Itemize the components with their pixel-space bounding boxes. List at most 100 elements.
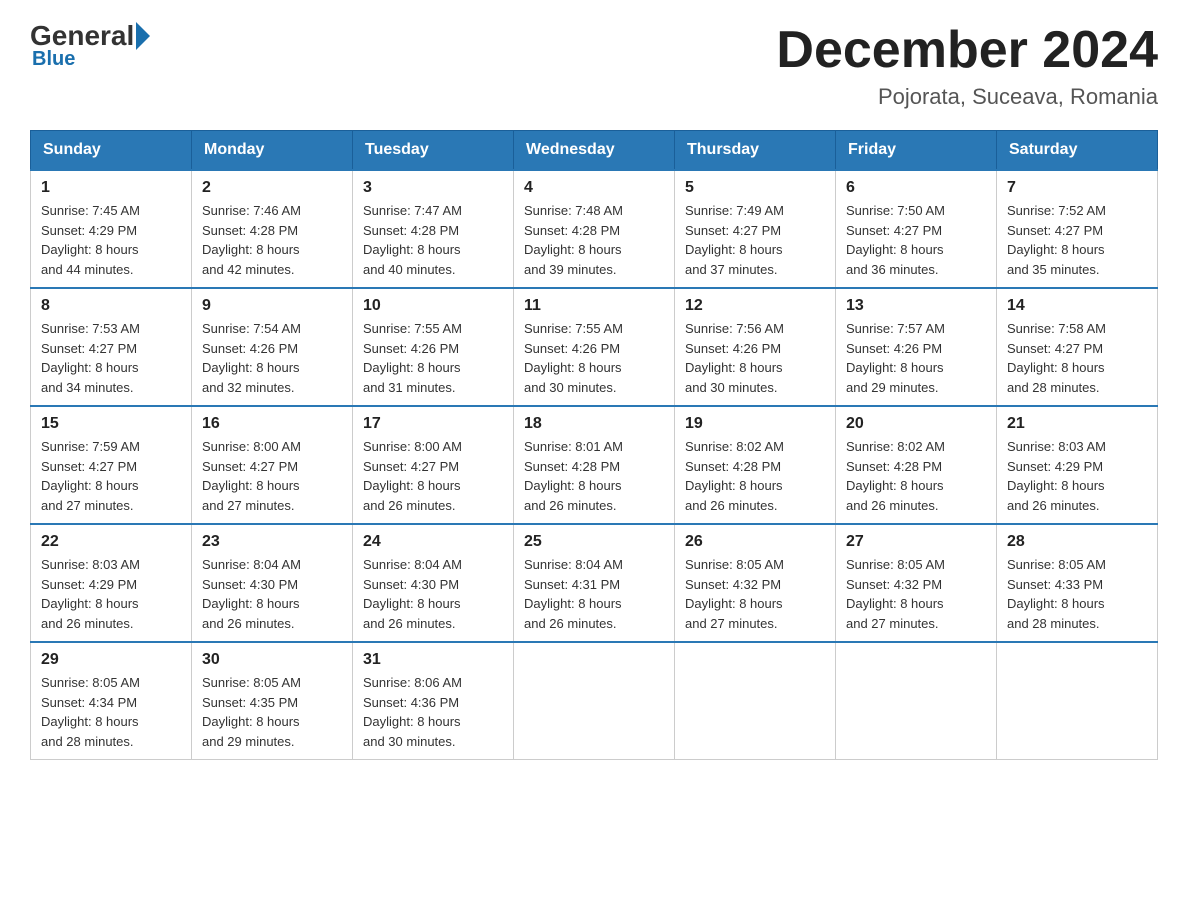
- calendar-cell: 10 Sunrise: 7:55 AMSunset: 4:26 PMDayligh…: [353, 288, 514, 406]
- day-info: Sunrise: 8:03 AMSunset: 4:29 PMDaylight:…: [41, 555, 181, 633]
- day-info: Sunrise: 7:52 AMSunset: 4:27 PMDaylight:…: [1007, 201, 1147, 279]
- calendar-cell: 24Sunrise: 8:04 AMSunset: 4:30 PMDayligh…: [353, 524, 514, 642]
- calendar-cell: 29 Sunrise: 8:05 AMSunset: 4:34 PMDayligh…: [31, 642, 192, 760]
- day-number: 10: [363, 297, 503, 315]
- calendar-cell: 30 Sunrise: 8:05 AMSunset: 4:35 PMDayligh…: [192, 642, 353, 760]
- day-info: Sunrise: 8:05 AMSunset: 4:32 PMDaylight:…: [846, 555, 986, 633]
- calendar-cell: 26 Sunrise: 8:05 AMSunset: 4:32 PMDayligh…: [675, 524, 836, 642]
- weekday-header-wednesday: Wednesday: [514, 131, 675, 171]
- calendar-cell: 25 Sunrise: 8:04 AMSunset: 4:31 PMDayligh…: [514, 524, 675, 642]
- calendar-cell: 20Sunrise: 8:02 AMSunset: 4:28 PMDayligh…: [836, 406, 997, 524]
- page-header: General Blue December 2024 Pojorata, Suc…: [30, 20, 1158, 110]
- day-number: 16: [202, 415, 342, 433]
- day-number: 27: [846, 533, 986, 551]
- day-number: 25: [524, 533, 664, 551]
- day-info: Sunrise: 7:50 AMSunset: 4:27 PMDaylight:…: [846, 201, 986, 279]
- day-number: 9: [202, 297, 342, 315]
- day-info: Sunrise: 7:55 AMSunset: 4:26 PMDaylight:…: [363, 319, 503, 397]
- weekday-header-sunday: Sunday: [31, 131, 192, 171]
- day-info: Sunrise: 7:56 AMSunset: 4:26 PMDaylight:…: [685, 319, 825, 397]
- calendar-week-5: 29 Sunrise: 8:05 AMSunset: 4:34 PMDayligh…: [31, 642, 1158, 760]
- weekday-header-thursday: Thursday: [675, 131, 836, 171]
- day-info: Sunrise: 7:53 AMSunset: 4:27 PMDaylight:…: [41, 319, 181, 397]
- calendar-cell: [675, 642, 836, 760]
- calendar-cell: 3 Sunrise: 7:47 AMSunset: 4:28 PMDaylight…: [353, 170, 514, 288]
- day-number: 3: [363, 179, 503, 197]
- logo: General Blue: [30, 20, 152, 71]
- day-number: 28: [1007, 533, 1147, 551]
- day-number: 23: [202, 533, 342, 551]
- calendar-week-1: 1 Sunrise: 7:45 AMSunset: 4:29 PMDaylight…: [31, 170, 1158, 288]
- day-info: Sunrise: 8:00 AMSunset: 4:27 PMDaylight:…: [202, 437, 342, 515]
- day-info: Sunrise: 7:54 AMSunset: 4:26 PMDaylight:…: [202, 319, 342, 397]
- calendar-cell: 22Sunrise: 8:03 AMSunset: 4:29 PMDayligh…: [31, 524, 192, 642]
- day-number: 11: [524, 297, 664, 315]
- day-number: 4: [524, 179, 664, 197]
- month-title: December 2024: [776, 20, 1158, 80]
- calendar-week-2: 8 Sunrise: 7:53 AMSunset: 4:27 PMDaylight…: [31, 288, 1158, 406]
- day-info: Sunrise: 8:05 AMSunset: 4:34 PMDaylight:…: [41, 673, 181, 751]
- day-number: 8: [41, 297, 181, 315]
- weekday-header-tuesday: Tuesday: [353, 131, 514, 171]
- day-number: 5: [685, 179, 825, 197]
- calendar-cell: 11Sunrise: 7:55 AMSunset: 4:26 PMDayligh…: [514, 288, 675, 406]
- day-number: 29: [41, 651, 181, 669]
- logo-blue-text: Blue: [32, 48, 75, 71]
- day-number: 7: [1007, 179, 1147, 197]
- calendar-cell: [997, 642, 1158, 760]
- day-info: Sunrise: 8:05 AMSunset: 4:32 PMDaylight:…: [685, 555, 825, 633]
- day-info: Sunrise: 8:00 AMSunset: 4:27 PMDaylight:…: [363, 437, 503, 515]
- weekday-header-friday: Friday: [836, 131, 997, 171]
- calendar-cell: 27 Sunrise: 8:05 AMSunset: 4:32 PMDayligh…: [836, 524, 997, 642]
- day-number: 1: [41, 179, 181, 197]
- day-number: 12: [685, 297, 825, 315]
- weekday-row: SundayMondayTuesdayWednesdayThursdayFrid…: [31, 131, 1158, 171]
- calendar-cell: [836, 642, 997, 760]
- day-number: 26: [685, 533, 825, 551]
- day-info: Sunrise: 7:47 AMSunset: 4:28 PMDaylight:…: [363, 201, 503, 279]
- calendar-cell: 7 Sunrise: 7:52 AMSunset: 4:27 PMDaylight…: [997, 170, 1158, 288]
- location-text: Pojorata, Suceava, Romania: [776, 84, 1158, 110]
- calendar-cell: 31 Sunrise: 8:06 AMSunset: 4:36 PMDayligh…: [353, 642, 514, 760]
- calendar-cell: 19Sunrise: 8:02 AMSunset: 4:28 PMDayligh…: [675, 406, 836, 524]
- day-number: 6: [846, 179, 986, 197]
- day-info: Sunrise: 7:49 AMSunset: 4:27 PMDaylight:…: [685, 201, 825, 279]
- day-info: Sunrise: 8:05 AMSunset: 4:35 PMDaylight:…: [202, 673, 342, 751]
- title-block: December 2024 Pojorata, Suceava, Romania: [776, 20, 1158, 110]
- calendar-cell: 17 Sunrise: 8:00 AMSunset: 4:27 PMDayligh…: [353, 406, 514, 524]
- day-info: Sunrise: 7:45 AMSunset: 4:29 PMDaylight:…: [41, 201, 181, 279]
- day-number: 19: [685, 415, 825, 433]
- day-number: 17: [363, 415, 503, 433]
- day-info: Sunrise: 7:46 AMSunset: 4:28 PMDaylight:…: [202, 201, 342, 279]
- calendar-cell: 14 Sunrise: 7:58 AMSunset: 4:27 PMDayligh…: [997, 288, 1158, 406]
- day-info: Sunrise: 7:58 AMSunset: 4:27 PMDaylight:…: [1007, 319, 1147, 397]
- calendar-cell: 6 Sunrise: 7:50 AMSunset: 4:27 PMDaylight…: [836, 170, 997, 288]
- day-info: Sunrise: 8:04 AMSunset: 4:30 PMDaylight:…: [363, 555, 503, 633]
- calendar-week-3: 15 Sunrise: 7:59 AMSunset: 4:27 PMDayligh…: [31, 406, 1158, 524]
- calendar-cell: 9 Sunrise: 7:54 AMSunset: 4:26 PMDaylight…: [192, 288, 353, 406]
- calendar-cell: 8 Sunrise: 7:53 AMSunset: 4:27 PMDaylight…: [31, 288, 192, 406]
- weekday-header-saturday: Saturday: [997, 131, 1158, 171]
- calendar-cell: [514, 642, 675, 760]
- day-number: 31: [363, 651, 503, 669]
- day-info: Sunrise: 8:03 AMSunset: 4:29 PMDaylight:…: [1007, 437, 1147, 515]
- calendar-cell: 18 Sunrise: 8:01 AMSunset: 4:28 PMDayligh…: [514, 406, 675, 524]
- calendar-cell: 4 Sunrise: 7:48 AMSunset: 4:28 PMDaylight…: [514, 170, 675, 288]
- day-info: Sunrise: 7:48 AMSunset: 4:28 PMDaylight:…: [524, 201, 664, 279]
- day-info: Sunrise: 8:05 AMSunset: 4:33 PMDaylight:…: [1007, 555, 1147, 633]
- day-number: 18: [524, 415, 664, 433]
- day-info: Sunrise: 7:57 AMSunset: 4:26 PMDaylight:…: [846, 319, 986, 397]
- day-info: Sunrise: 7:59 AMSunset: 4:27 PMDaylight:…: [41, 437, 181, 515]
- logo-arrow-icon: [136, 22, 150, 50]
- day-number: 13: [846, 297, 986, 315]
- calendar-cell: 23Sunrise: 8:04 AMSunset: 4:30 PMDayligh…: [192, 524, 353, 642]
- calendar-cell: 2Sunrise: 7:46 AMSunset: 4:28 PMDaylight…: [192, 170, 353, 288]
- day-info: Sunrise: 8:04 AMSunset: 4:31 PMDaylight:…: [524, 555, 664, 633]
- calendar-week-4: 22Sunrise: 8:03 AMSunset: 4:29 PMDayligh…: [31, 524, 1158, 642]
- day-number: 14: [1007, 297, 1147, 315]
- day-info: Sunrise: 8:06 AMSunset: 4:36 PMDaylight:…: [363, 673, 503, 751]
- day-number: 30: [202, 651, 342, 669]
- day-number: 15: [41, 415, 181, 433]
- day-info: Sunrise: 8:01 AMSunset: 4:28 PMDaylight:…: [524, 437, 664, 515]
- day-number: 20: [846, 415, 986, 433]
